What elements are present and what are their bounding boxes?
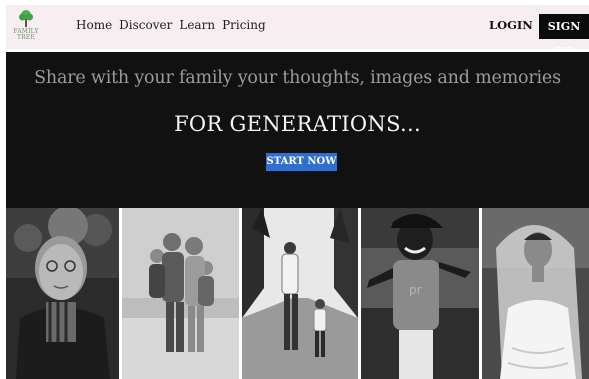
photo-gallery: pr (6, 208, 589, 379)
hero-banner: Share with your family your thoughts, im… (6, 52, 589, 208)
nav-learn[interactable]: Learn (179, 18, 215, 32)
tree-icon (19, 10, 33, 27)
nav-home[interactable]: Home (76, 18, 112, 32)
nav-pricing[interactable]: Pricing (222, 18, 266, 32)
hero-tagline: Share with your family your thoughts, im… (34, 68, 561, 88)
photo-elderly-woman (6, 208, 119, 379)
svg-text:pr: pr (409, 283, 422, 297)
hero-headline: FOR GENERATIONS... (174, 112, 421, 136)
nav-discover[interactable]: Discover (119, 18, 172, 32)
photo-family-group (122, 208, 239, 379)
start-now-button[interactable]: START NOW (266, 153, 337, 171)
logo-text-tree: TREE (16, 34, 36, 41)
signup-button[interactable]: SIGN UP (539, 14, 589, 58)
brand-logo[interactable]: FAMILY TREE (12, 9, 40, 45)
navbar: FAMILY TREE Home Discover Learn Pricing … (6, 5, 589, 58)
login-link[interactable]: LOGIN (489, 18, 533, 32)
photo-father-child-walking (242, 208, 358, 379)
photo-smiling-boy: pr (361, 208, 479, 379)
photo-bride-veil (482, 208, 589, 379)
nav-links: Home Discover Learn Pricing (76, 18, 266, 32)
